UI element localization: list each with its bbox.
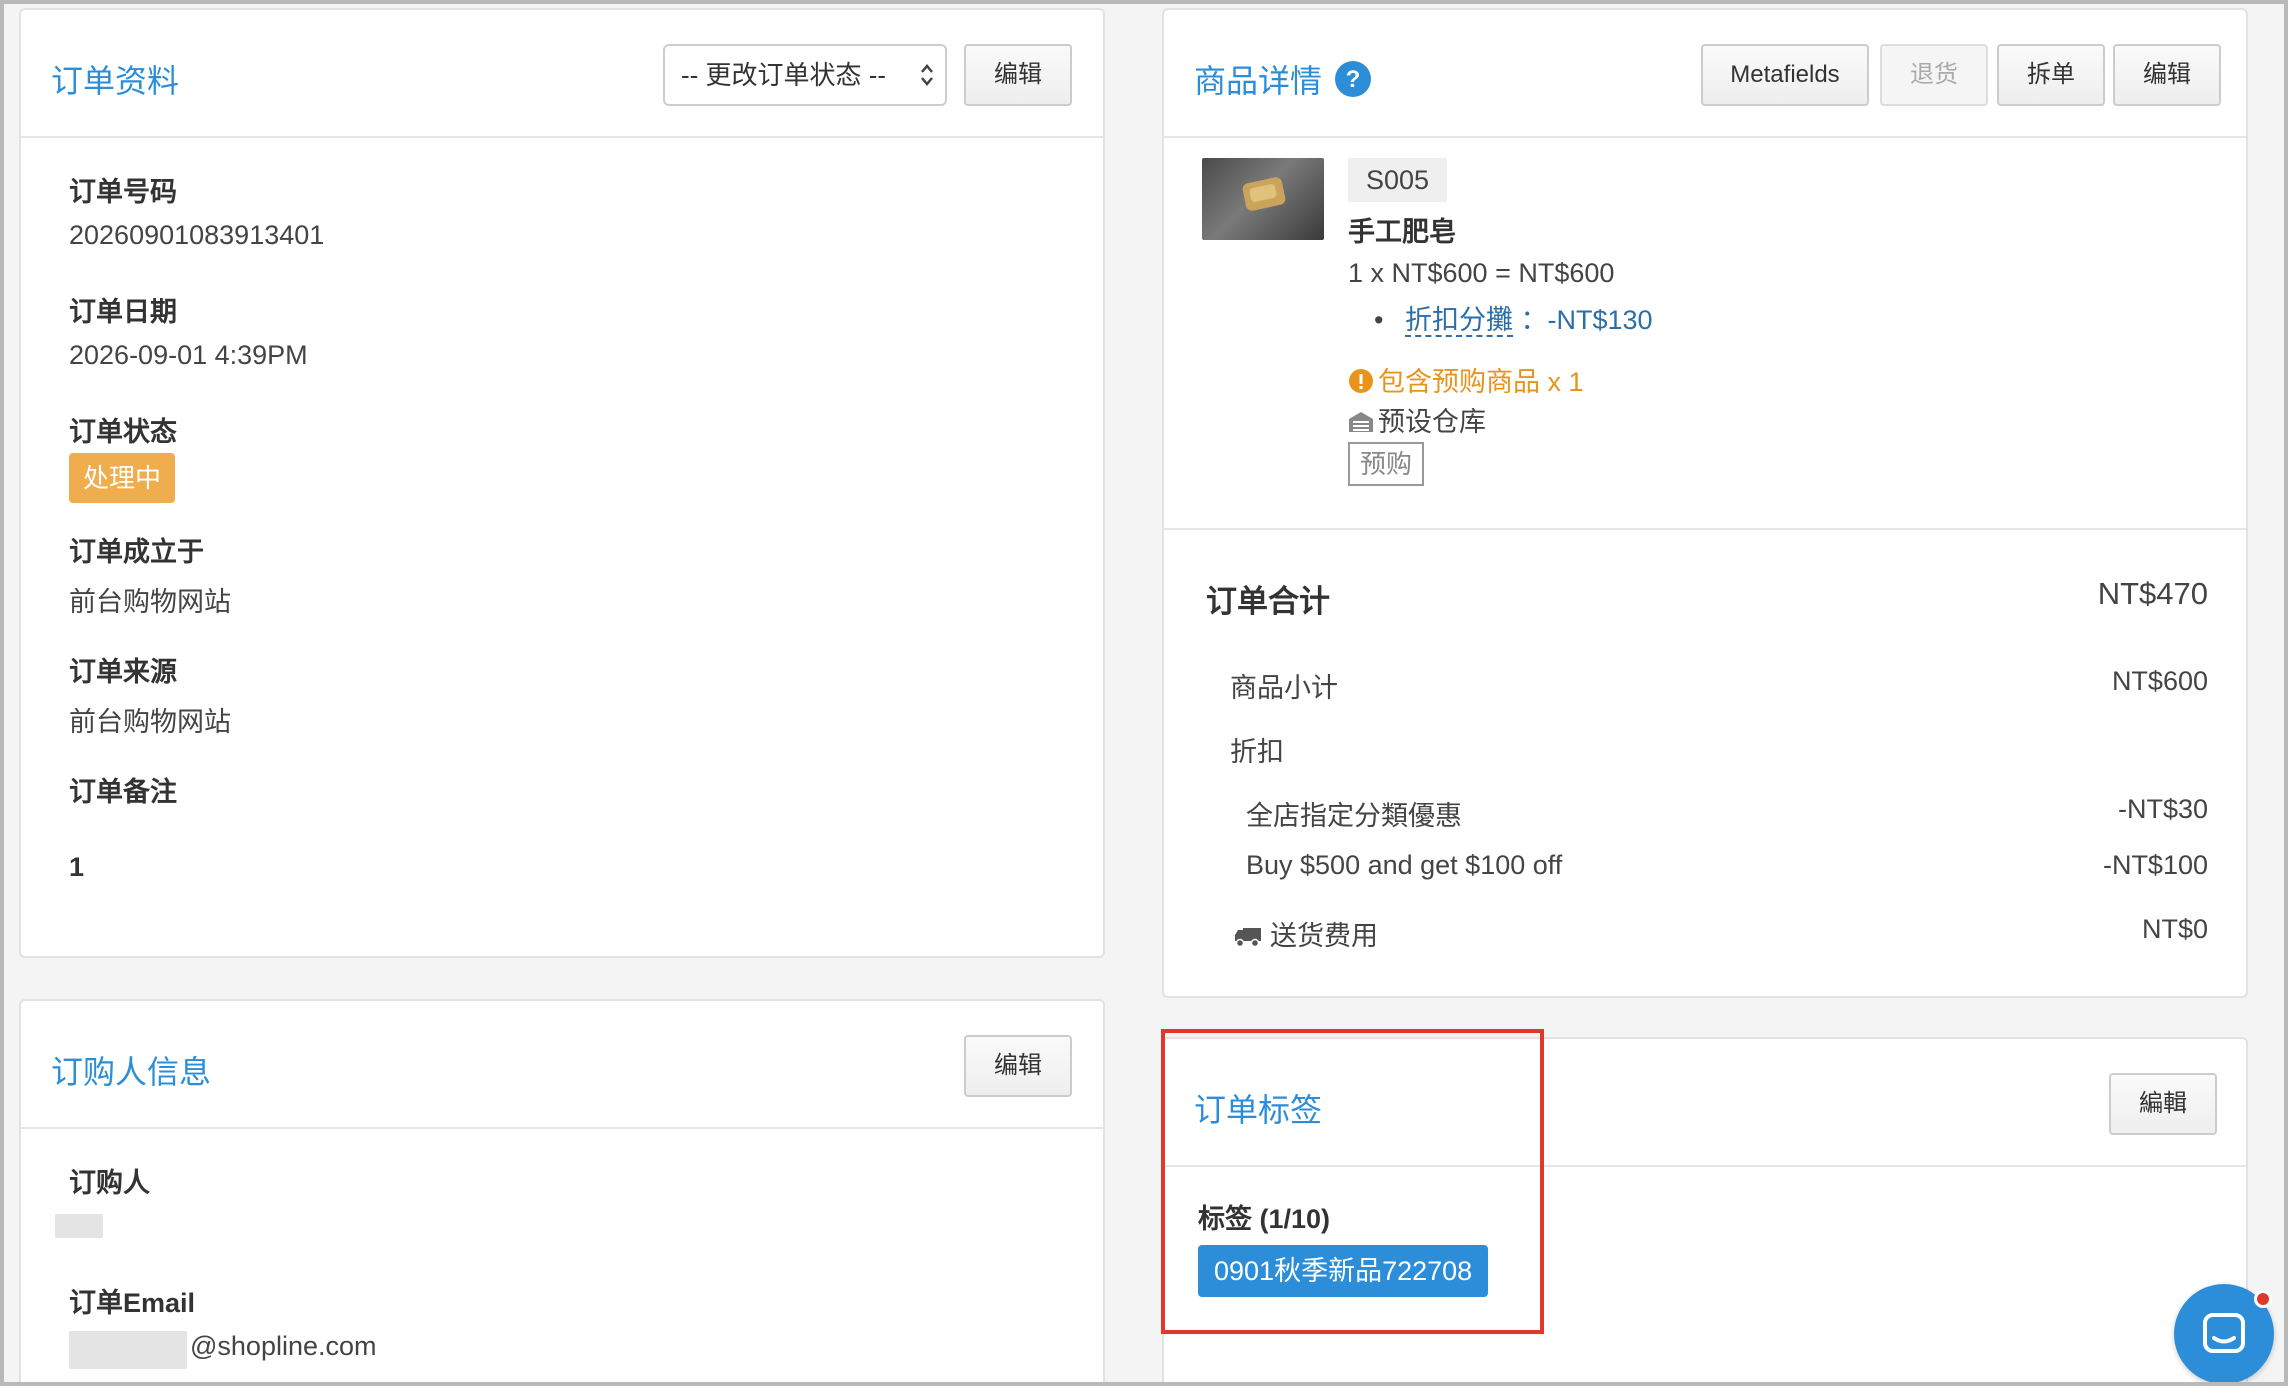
order-total-label: 订单合计 (1206, 584, 1330, 619)
svg-text:?: ? (1346, 66, 1361, 93)
product-price-line: 1 x NT$600 = NT$600 (1348, 258, 1615, 288)
order-number-label: 订单号码 (69, 177, 177, 207)
order-notes-label: 订单备注 (69, 777, 177, 807)
chat-icon (2203, 1313, 2245, 1353)
order-date-value: 2026-09-01 4:39PM (69, 340, 308, 370)
buyer-info-header: 订购人信息 编辑 (21, 1001, 1103, 1129)
discount1-label: 全店指定分類優惠 (1246, 801, 1462, 831)
buyer-info-panel: 订购人信息 编辑 订购人 订单Email @shopline.com (19, 999, 1105, 1382)
order-status-select[interactable]: -- 更改订单状态 -- (663, 44, 947, 106)
product-name[interactable]: 手工肥皂 (1348, 210, 1456, 249)
warehouse-icon (1349, 412, 1373, 432)
notification-dot (2254, 1290, 2272, 1308)
order-source-label: 订单来源 (69, 657, 177, 687)
discount-allocation-link[interactable]: 折扣分攤 (1404, 305, 1513, 337)
return-button[interactable]: 退货 (1880, 44, 1988, 106)
email-user-redacted (69, 1331, 187, 1369)
product-thumbnail[interactable] (1202, 158, 1324, 240)
product-sku: S005 (1348, 158, 1448, 202)
order-info-header: 订单资料 -- 更改订单状态 -- 编辑 (21, 10, 1103, 138)
status-badge: 处理中 (69, 453, 176, 503)
order-source-value: 前台购物网站 (69, 707, 231, 737)
discount2-label: Buy $500 and get $100 off (1246, 850, 1563, 880)
preorder-notice: 包含预购商品 x 1 (1348, 360, 1584, 399)
order-info-title: 订单资料 (51, 63, 180, 99)
shipping-value: NT$0 (2141, 914, 2208, 944)
order-total-value: NT$470 (2097, 576, 2208, 611)
product-details-header: 商品详情 ? Metafields 退货 拆单 编辑 (1164, 10, 2246, 138)
discount-allocation-item: • 折扣分攤 ：-NT$130 (1374, 298, 1653, 337)
question-circle-icon[interactable]: ? (1334, 60, 1372, 98)
product-details-panel: 商品详情 ? Metafields 退货 拆单 编辑 S005 手工肥皂 1 x… (1162, 8, 2248, 998)
order-detail-page: 订单资料 -- 更改订单状态 -- 编辑 订单号码 20260901083913… (0, 0, 2288, 1386)
shipping-row: 送货费用 (1234, 914, 1378, 953)
warehouse-row: 预设仓库 (1348, 400, 1486, 439)
order-number-value: 20260901083913401 (69, 220, 325, 250)
order-info-edit-button[interactable]: 编辑 (964, 44, 1072, 106)
warehouse-name: 预设仓库 (1378, 407, 1486, 437)
subtotal-label: 商品小计 (1230, 673, 1338, 703)
chat-launcher-button[interactable] (2174, 1284, 2274, 1382)
split-order-button[interactable]: 拆单 (1997, 44, 2105, 106)
select-arrows-icon (921, 64, 933, 86)
buyer-info-edit-button[interactable]: 编辑 (964, 1035, 1072, 1097)
exclamation-circle-icon (1349, 369, 1373, 393)
email-label: 订单Email (69, 1288, 196, 1318)
order-tags-edit-button[interactable]: 編輯 (2109, 1073, 2217, 1135)
product-details-title: 商品详情 (1194, 63, 1323, 99)
email-domain: @shopline.com (190, 1331, 377, 1361)
order-info-panel: 订单资料 -- 更改订单状态 -- 编辑 订单号码 20260901083913… (19, 8, 1105, 958)
order-created-at-value: 前台购物网站 (69, 587, 231, 617)
buyer-info-title: 订购人信息 (51, 1054, 212, 1090)
buyer-label: 订购人 (69, 1168, 150, 1198)
buyer-name-redacted (55, 1214, 103, 1238)
order-status-select-label: -- 更改订单状态 -- (681, 60, 887, 90)
preorder-notice-text: 包含预购商品 x 1 (1378, 367, 1584, 397)
discount-allocation-value: ：-NT$130 (1520, 305, 1653, 335)
order-status-label: 订单状态 (69, 417, 177, 447)
subtotal-value: NT$600 (2111, 666, 2208, 696)
discount-label: 折扣 (1230, 737, 1284, 767)
discount1-value: -NT$30 (2117, 794, 2208, 824)
order-created-at-label: 订单成立于 (69, 537, 204, 567)
shipping-label: 送货费用 (1270, 921, 1378, 951)
metafields-button[interactable]: Metafields (1701, 44, 1869, 106)
discount2-value: -NT$100 (2102, 850, 2208, 880)
bullet: • (1374, 305, 1384, 335)
order-notes-value: 1 (69, 852, 85, 882)
truck-icon (1235, 928, 1261, 948)
highlight-annotation (1161, 1029, 1544, 1334)
product-details-edit-button[interactable]: 编辑 (2113, 44, 2221, 106)
preorder-tag: 预购 (1348, 442, 1425, 486)
order-date-label: 订单日期 (69, 297, 177, 327)
divider (1164, 528, 2246, 530)
